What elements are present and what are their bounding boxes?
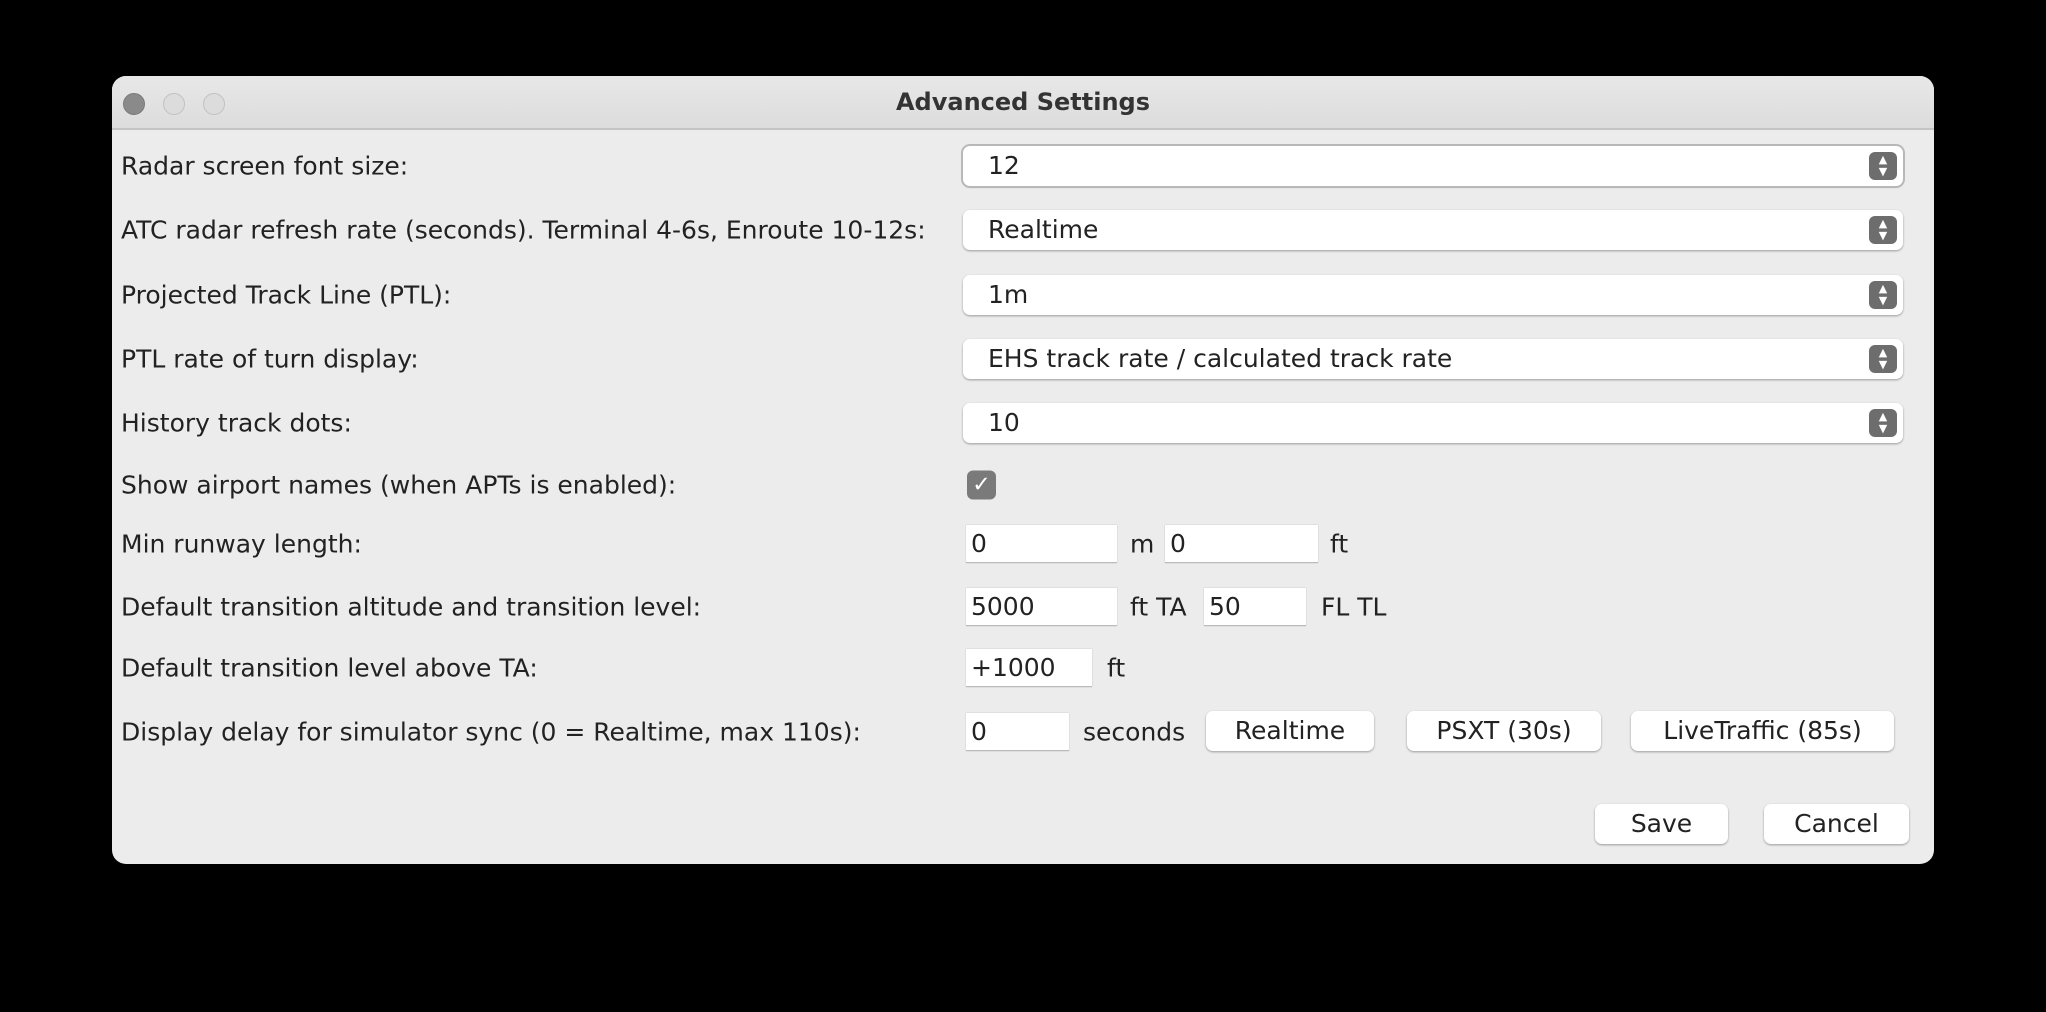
history-dots-select[interactable]: 10 ▲ ▼ <box>963 403 1903 443</box>
history-dots-label: History track dots: <box>121 408 352 438</box>
history-dots-value: 10 <box>988 408 1020 437</box>
checkmark-icon: ✓ <box>972 472 991 498</box>
chevron-up-down-icon: ▲ ▼ <box>1869 409 1897 437</box>
transition-level-input[interactable]: 50 <box>1204 588 1306 626</box>
chevron-up-down-icon: ▲ ▼ <box>1869 216 1897 244</box>
delay-input[interactable]: 0 <box>966 713 1069 751</box>
feet-unit: ft <box>1330 529 1349 559</box>
chevron-up-down-icon: ▲ ▼ <box>1869 345 1897 373</box>
advanced-settings-dialog: Advanced Settings Radar screen font size… <box>112 76 1934 864</box>
font-size-select[interactable]: 12 ▲ ▼ <box>963 146 1903 186</box>
font-size-value: 12 <box>988 151 1020 180</box>
refresh-rate-select[interactable]: Realtime ▲ ▼ <box>963 210 1903 250</box>
realtime-button[interactable]: Realtime <box>1206 711 1374 751</box>
seconds-unit: seconds <box>1083 717 1186 747</box>
ptl-turn-label: PTL rate of turn display: <box>121 344 419 374</box>
window-title: Advanced Settings <box>895 88 1150 116</box>
chevron-up-down-icon: ▲ ▼ <box>1869 152 1897 180</box>
transition-label: Default transition altitude and transiti… <box>121 592 702 622</box>
airport-names-label: Show airport names (when APTs is enabled… <box>121 470 677 500</box>
livetraffic-button[interactable]: LiveTraffic (85s) <box>1631 711 1894 751</box>
airport-names-checkbox[interactable]: ✓ <box>967 470 996 500</box>
runway-meters-input[interactable]: 0 <box>966 525 1117 563</box>
font-size-label: Radar screen font size: <box>121 151 409 181</box>
ptl-select[interactable]: 1m ▲ ▼ <box>963 275 1903 315</box>
refresh-rate-label: ATC radar refresh rate (seconds). Termin… <box>121 215 926 245</box>
ptl-turn-select[interactable]: EHS track rate / calculated track rate ▲ ▼ <box>963 339 1903 379</box>
runway-feet-input[interactable]: 0 <box>1165 525 1318 563</box>
tl-above-label: Default transition level above TA: <box>121 653 538 683</box>
transition-altitude-input[interactable]: 5000 <box>966 588 1117 626</box>
runway-label: Min runway length: <box>121 529 362 559</box>
tl-unit: FL TL <box>1321 592 1387 622</box>
ptl-turn-value: EHS track rate / calculated track rate <box>988 344 1453 373</box>
psxt-button[interactable]: PSXT (30s) <box>1407 711 1601 751</box>
meters-unit: m <box>1130 529 1155 559</box>
ta-unit: ft TA <box>1130 592 1187 622</box>
refresh-rate-value: Realtime <box>988 215 1099 244</box>
delay-label: Display delay for simulator sync (0 = Re… <box>121 717 861 747</box>
cancel-button[interactable]: Cancel <box>1764 804 1909 844</box>
tl-above-unit: ft <box>1107 653 1126 683</box>
tl-above-input[interactable]: +1000 <box>966 649 1092 687</box>
title-bar: Advanced Settings <box>112 76 1934 130</box>
ptl-label: Projected Track Line (PTL): <box>121 280 452 310</box>
save-button[interactable]: Save <box>1595 804 1728 844</box>
chevron-up-down-icon: ▲ ▼ <box>1869 281 1897 309</box>
ptl-value: 1m <box>988 280 1029 309</box>
